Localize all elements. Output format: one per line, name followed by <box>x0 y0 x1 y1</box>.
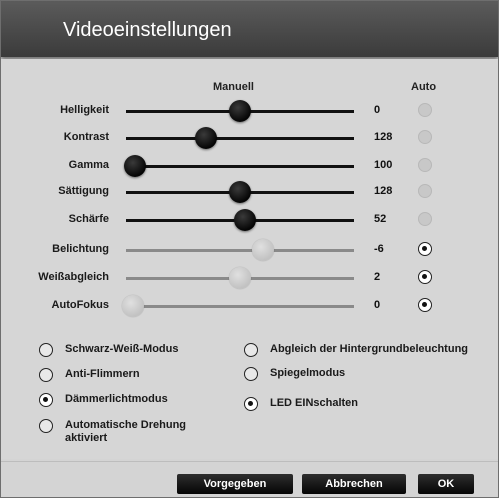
auto-radio-wei-abgleich[interactable] <box>418 270 432 284</box>
auto-radio-autofokus[interactable] <box>418 298 432 312</box>
ok-button[interactable]: OK <box>418 474 474 494</box>
auto-rotation-radio[interactable] <box>39 419 53 433</box>
bw-mode-label: Schwarz-Weiß-Modus <box>65 343 179 355</box>
slider-knob-belichtung[interactable] <box>252 239 274 261</box>
backlight-radio[interactable] <box>244 343 258 357</box>
video-settings-dialog: Videoeinstellungen Manuell Auto Helligke… <box>0 0 499 498</box>
auto-radio-belichtung[interactable] <box>418 242 432 256</box>
slider-track-kontrast[interactable] <box>126 137 354 140</box>
slider-label-gamma: Gamma <box>68 159 109 171</box>
slider-label-kontrast: Kontrast <box>63 131 109 143</box>
slider-label-helligkeit: Helligkeit <box>60 104 109 116</box>
auto-rotation-label-line1: Automatische Drehung <box>65 419 187 431</box>
manual-column-header: Manuell <box>213 81 254 93</box>
option-mirror[interactable]: Spiegelmodus <box>244 367 345 381</box>
low-light-label: Dämmerlichtmodus <box>65 393 168 405</box>
option-led[interactable]: LED EINschalten <box>244 397 358 411</box>
option-backlight[interactable]: Abgleich der Hintergrundbeleuchtung <box>244 343 468 357</box>
slider-value-kontrast: 128 <box>374 131 393 143</box>
auto-rotation-label: Automatische Drehung aktiviert <box>65 419 186 445</box>
led-label: LED EINschalten <box>270 397 359 409</box>
slider-value-autofokus: 0 <box>374 299 381 311</box>
led-radio[interactable] <box>244 397 258 411</box>
slider-knob-helligkeit[interactable] <box>229 100 251 122</box>
anti-flicker-radio[interactable] <box>39 368 53 382</box>
slider-knob-gamma[interactable] <box>124 155 146 177</box>
mirror-radio[interactable] <box>244 367 258 381</box>
slider-value-sch-rfe: 52 <box>374 213 387 225</box>
option-auto-rotation[interactable]: Automatische Drehung aktiviert <box>39 419 186 445</box>
slider-track-gamma[interactable] <box>126 165 354 168</box>
slider-knob-wei-abgleich[interactable] <box>229 267 251 289</box>
dialog-title: Videoeinstellungen <box>63 19 232 41</box>
title-bar: Videoeinstellungen <box>1 1 498 57</box>
cancel-button[interactable]: Abbrechen <box>302 474 406 494</box>
low-light-radio[interactable] <box>39 393 53 407</box>
slider-value-helligkeit: 0 <box>374 104 381 116</box>
slider-value-wei-abgleich: 2 <box>374 271 381 283</box>
slider-label-wei-abgleich: Weißabgleich <box>38 271 109 283</box>
button-bar: Vorgegeben Abbrechen OK <box>1 461 498 497</box>
option-bw-mode[interactable]: Schwarz-Weiß-Modus <box>39 343 178 357</box>
mirror-label: Spiegelmodus <box>270 367 346 379</box>
auto-radio-sch-rfe[interactable] <box>418 212 432 226</box>
default-button[interactable]: Vorgegeben <box>177 474 293 494</box>
auto-column-header: Auto <box>411 81 437 93</box>
slider-value-belichtung: -6 <box>374 243 384 255</box>
option-low-light[interactable]: Dämmerlichtmodus <box>39 393 168 407</box>
auto-radio-gamma[interactable] <box>418 158 432 172</box>
slider-knob-kontrast[interactable] <box>195 127 217 149</box>
slider-label-autofokus: AutoFokus <box>51 299 109 311</box>
bw-mode-radio[interactable] <box>39 343 53 357</box>
backlight-label: Abgleich der Hintergrundbeleuchtung <box>270 343 469 355</box>
auto-radio-kontrast[interactable] <box>418 130 432 144</box>
slider-track-belichtung[interactable] <box>126 249 354 252</box>
slider-label-sch-rfe: Schärfe <box>68 213 109 225</box>
option-anti-flicker[interactable]: Anti-Flimmern <box>39 368 140 382</box>
slider-track-autofokus[interactable] <box>126 305 354 308</box>
slider-knob-sch-rfe[interactable] <box>234 209 256 231</box>
slider-knob-s-ttigung[interactable] <box>229 181 251 203</box>
anti-flicker-label: Anti-Flimmern <box>65 368 140 380</box>
slider-label-s-ttigung: Sättigung <box>58 185 109 197</box>
slider-value-s-ttigung: 128 <box>374 185 393 197</box>
auto-radio-s-ttigung[interactable] <box>418 184 432 198</box>
slider-value-gamma: 100 <box>374 159 393 171</box>
settings-panel: Manuell Auto Helligkeit 0 Kontrast 128 Gamma… <box>1 59 498 459</box>
slider-label-belichtung: Belichtung <box>52 243 109 255</box>
auto-radio-helligkeit[interactable] <box>418 103 432 117</box>
slider-knob-autofokus[interactable] <box>122 295 144 317</box>
auto-rotation-label-line2: aktiviert <box>65 432 108 444</box>
